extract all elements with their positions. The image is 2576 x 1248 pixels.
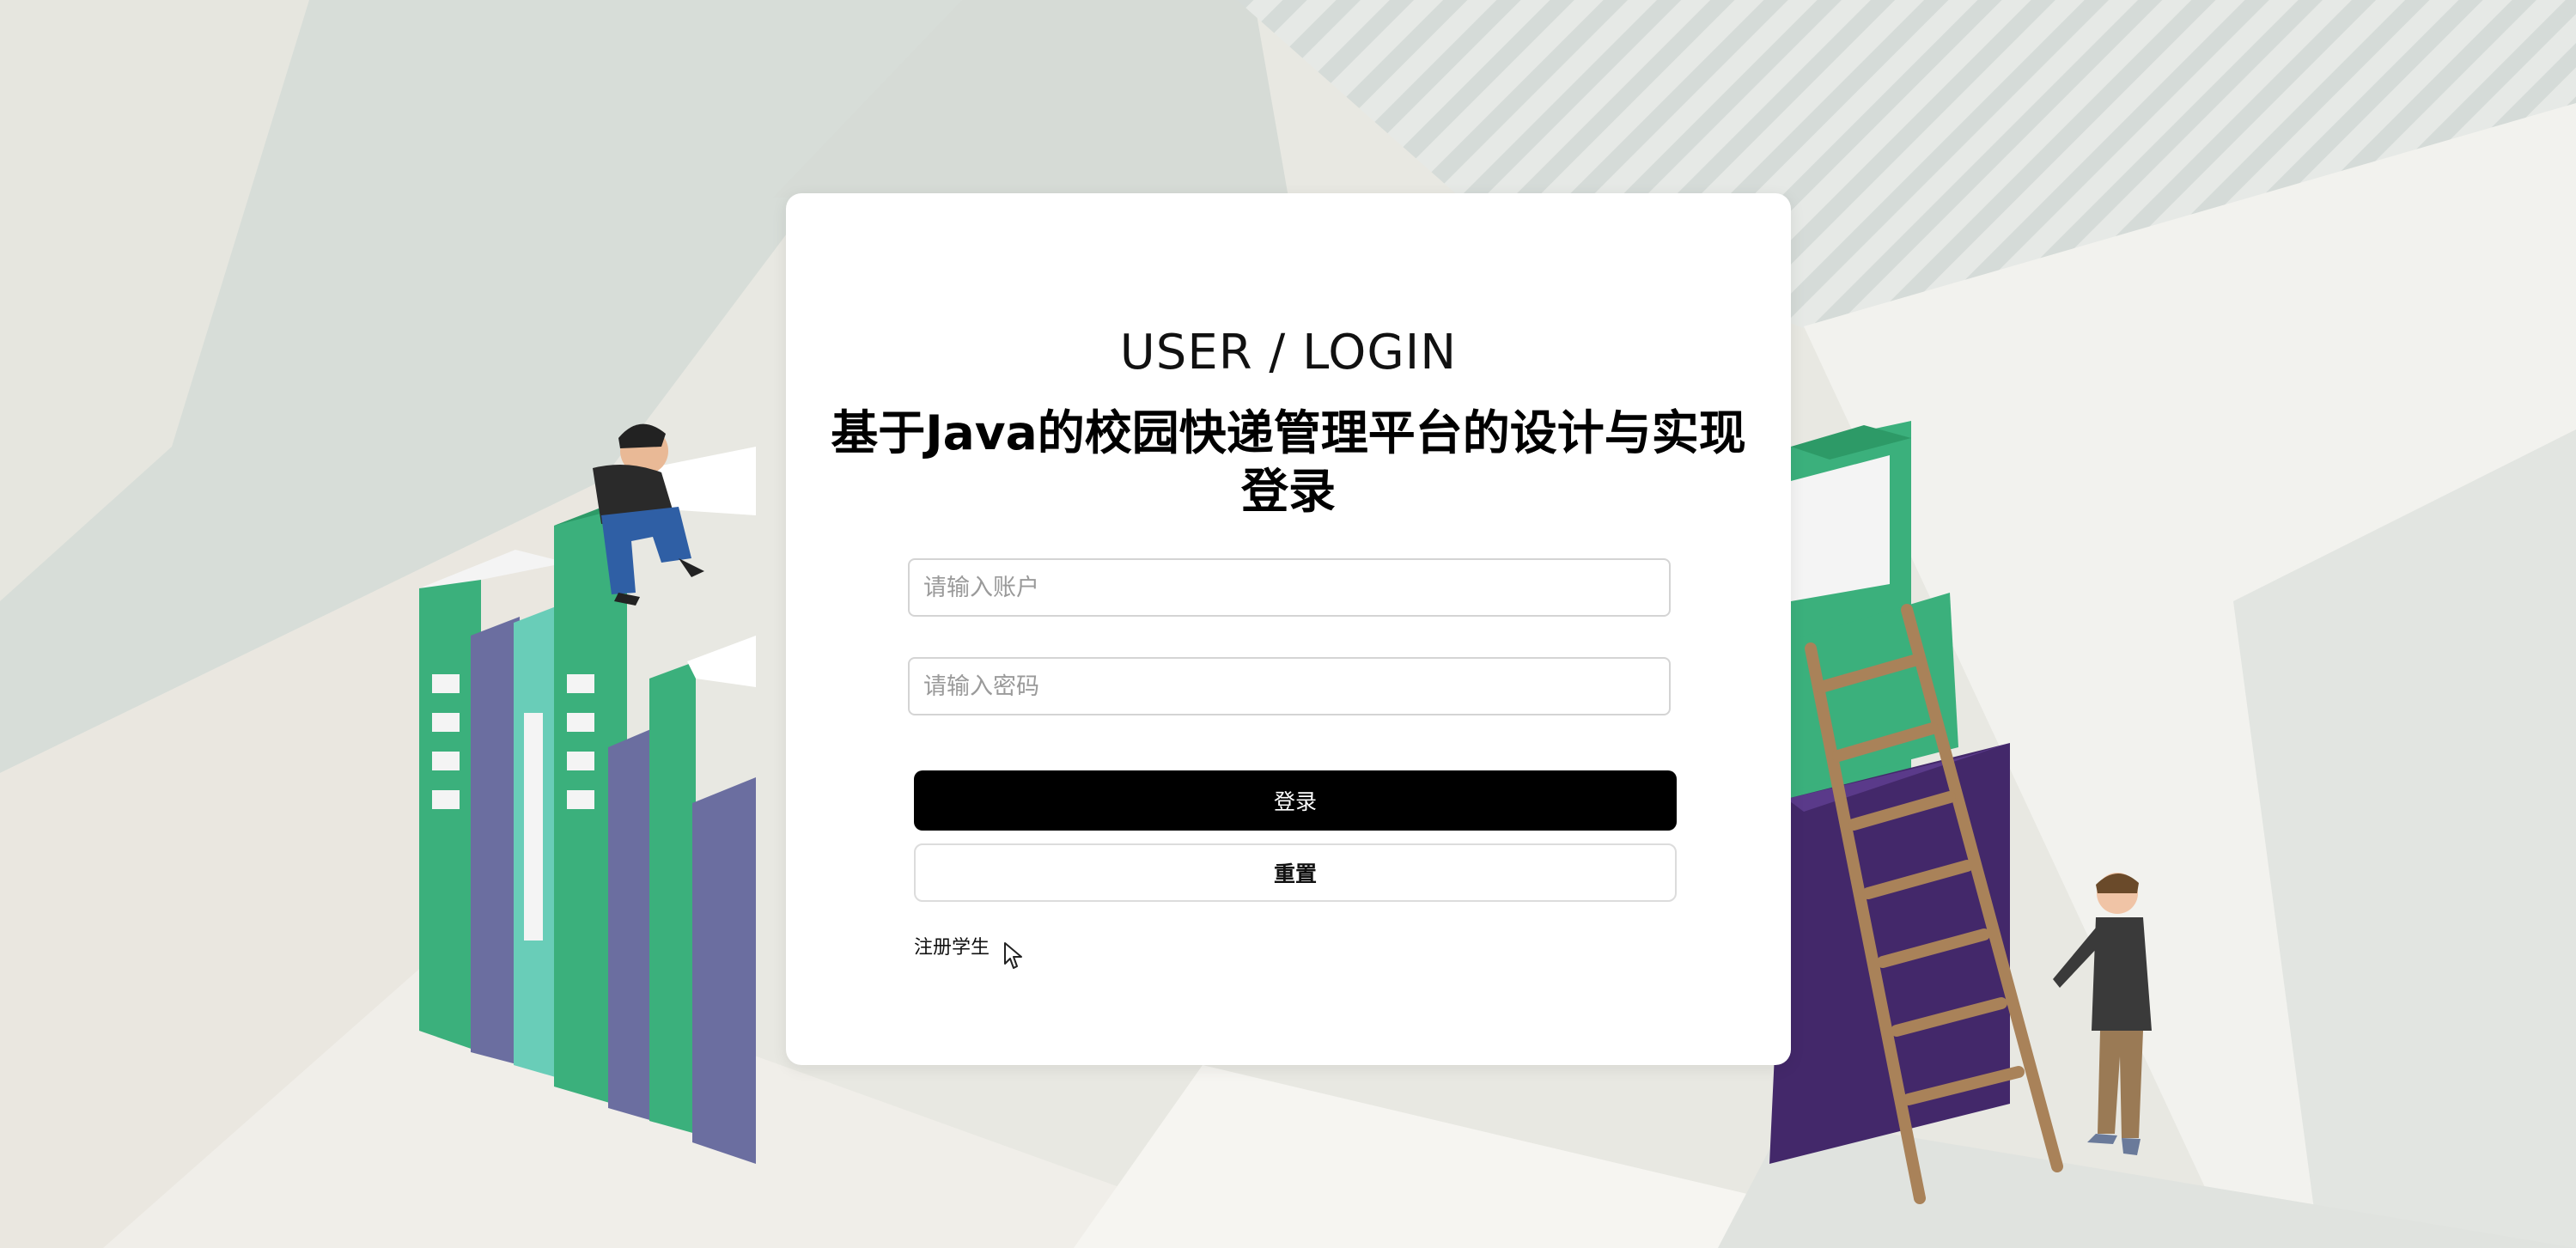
system-title-line-1: 基于Java的校园快递管理平台的设计与实现 [831,405,1746,460]
reset-button[interactable]: 重置 [914,843,1677,902]
login-button[interactable]: 登录 [914,770,1677,831]
password-input[interactable] [908,657,1671,715]
account-input[interactable] [908,558,1671,617]
login-page: USER / LOGIN 基于Java的校园快递管理平台的设计与实现 登录 登录… [0,0,2576,1248]
system-title-line-2: 登录 [1240,464,1336,519]
system-title: 基于Java的校园快递管理平台的设计与实现 登录 [812,404,1765,521]
login-card: USER / LOGIN 基于Java的校园快递管理平台的设计与实现 登录 登录… [786,193,1791,1065]
mouse-pointer-icon [1004,942,1022,969]
login-heading: USER / LOGIN [1119,325,1458,380]
register-student-link[interactable]: 注册学生 [914,932,990,959]
